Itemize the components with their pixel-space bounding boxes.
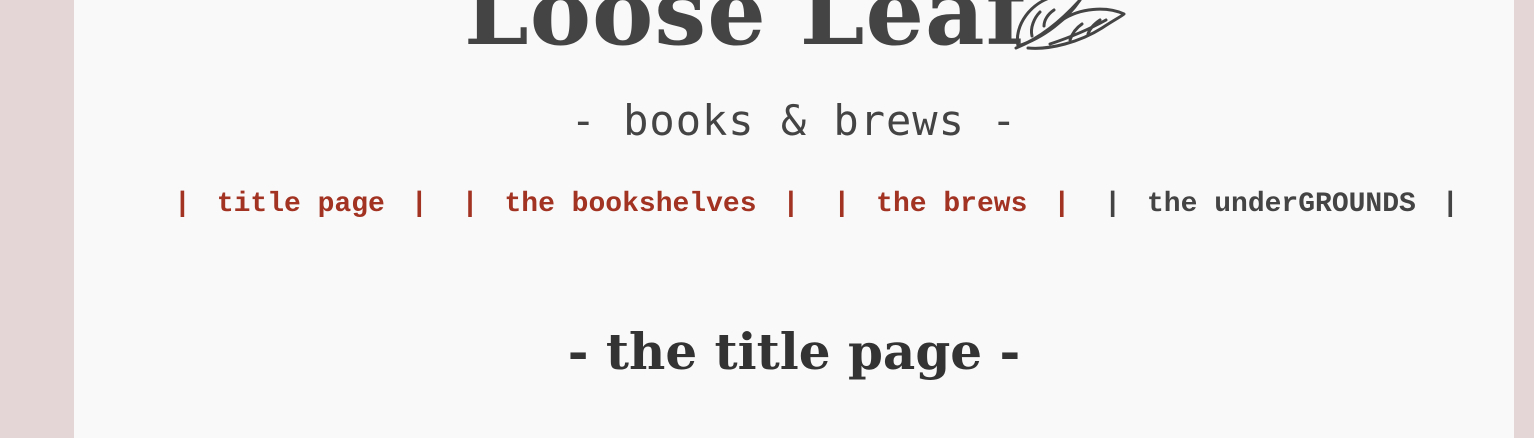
nav-separator: |: [1053, 188, 1071, 220]
nav-item-brews[interactable]: | the brews |: [831, 189, 1072, 220]
nav-item-bookshelves[interactable]: | the bookshelves |: [460, 189, 802, 220]
nav-item-undergrounds[interactable]: | the underGROUNDS |: [1102, 189, 1460, 220]
site-title[interactable]: Loose Leaf: [464, 0, 1026, 58]
nav-item-label: the bookshelves: [504, 188, 757, 220]
page-title: - the title page -: [567, 322, 1021, 381]
site-tagline: - books & brews -: [570, 96, 1018, 145]
nav-item-label: the brews: [876, 188, 1028, 220]
page-container: Loose Leaf - books & brews - | title pag…: [74, 0, 1514, 438]
nav-separator: |: [1441, 188, 1459, 220]
nav-separator: |: [461, 188, 479, 220]
main-nav: | title page | | the bookshelves | | the…: [172, 182, 1491, 226]
nav-separator: |: [833, 188, 851, 220]
nav-separator: |: [782, 188, 800, 220]
nav-item-label: the underGROUNDS: [1147, 188, 1416, 220]
nav-item-title-page[interactable]: | title page |: [172, 189, 430, 220]
nav-item-label: title page: [216, 188, 385, 220]
nav-separator: |: [410, 188, 428, 220]
nav-separator: |: [1104, 188, 1121, 220]
site-header: Loose Leaf: [74, 0, 1514, 70]
leaf-icon: [1014, 0, 1126, 50]
nav-separator: |: [174, 188, 191, 220]
